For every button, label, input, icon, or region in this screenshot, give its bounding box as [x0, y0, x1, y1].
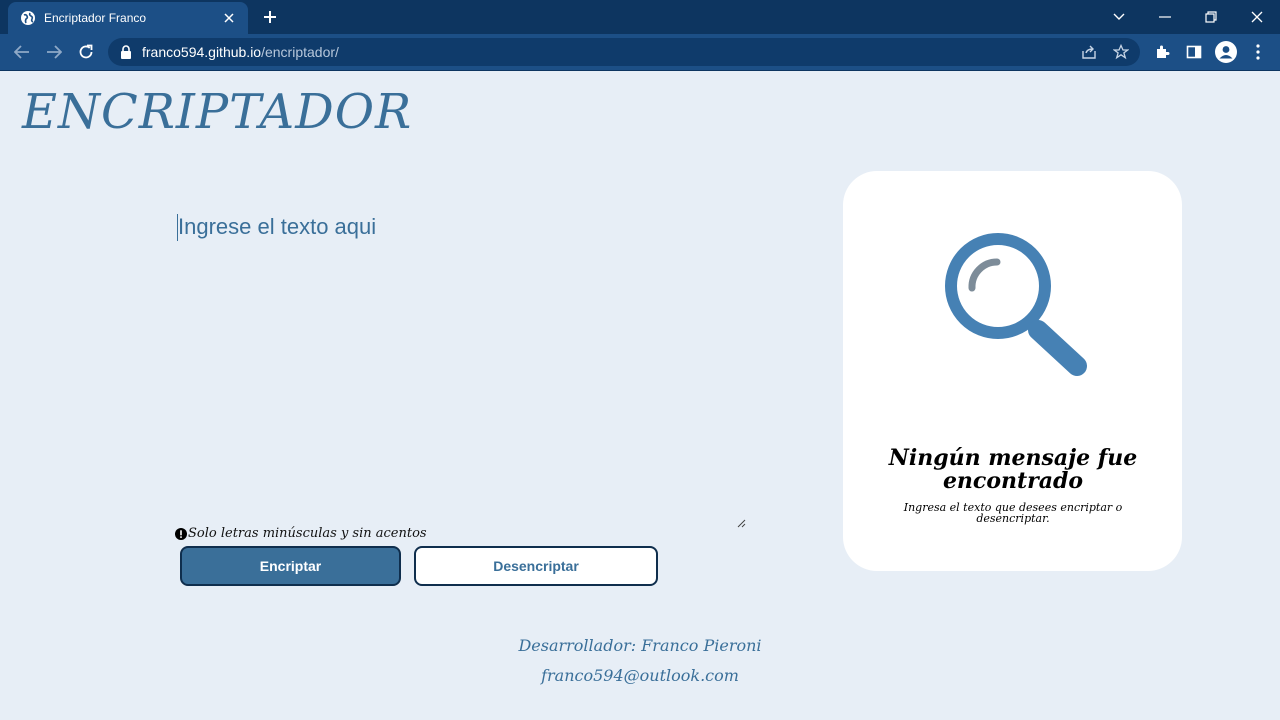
result-card: Ningún mensaje fue encontrado Ingresa el…	[843, 171, 1182, 571]
toolbar-divider	[0, 70, 1280, 71]
forward-icon[interactable]	[42, 40, 66, 64]
reload-icon[interactable]	[74, 40, 98, 64]
restore-button[interactable]	[1188, 0, 1234, 34]
extensions-icon[interactable]	[1150, 40, 1174, 64]
browser-tab[interactable]: Encriptador Franco	[8, 2, 248, 34]
text-caret	[177, 214, 178, 241]
profile-avatar-icon[interactable]	[1214, 40, 1238, 64]
address-bar[interactable]: franco594.github.io/encriptador/	[108, 38, 1140, 66]
footer-developer: Desarrollador: Franco Pieroni	[518, 636, 762, 655]
browser-tab-strip: Encriptador Franco	[0, 0, 1280, 34]
back-icon[interactable]	[10, 40, 34, 64]
decrypt-button[interactable]: Desencriptar	[414, 546, 658, 586]
message-input[interactable]	[176, 210, 748, 526]
close-window-button[interactable]	[1234, 0, 1280, 34]
new-tab-button[interactable]	[258, 6, 282, 28]
side-panel-icon[interactable]	[1182, 40, 1206, 64]
tab-search-icon[interactable]	[1096, 0, 1142, 34]
encrypt-button[interactable]: Encriptar	[180, 546, 401, 586]
lock-icon[interactable]	[120, 45, 134, 59]
url-host: franco594.github.io	[142, 44, 262, 60]
no-message-heading: Ningún mensaje fue encontrado	[888, 445, 1138, 494]
no-message-subtext: Ingresa el texto que desees encriptar o …	[903, 501, 1123, 525]
globe-icon	[20, 10, 36, 26]
browser-toolbar: franco594.github.io/encriptador/	[0, 34, 1280, 70]
text-input-area	[176, 210, 748, 528]
browser-menu-icon[interactable]	[1246, 40, 1270, 64]
bookmark-star-icon[interactable]	[1112, 43, 1130, 61]
hint-text: Solo letras minúsculas y sin acentos	[188, 526, 427, 541]
exclamation-icon	[175, 527, 187, 540]
resize-handle-icon[interactable]	[737, 515, 746, 528]
site-logo: ENCRIPTADOR	[22, 84, 413, 140]
tab-title: Encriptador Franco	[44, 11, 147, 25]
url-path: /encriptador/	[261, 44, 339, 60]
share-icon[interactable]	[1080, 43, 1098, 61]
address-url: franco594.github.io/encriptador/	[142, 44, 339, 60]
input-hint: Solo letras minúsculas y sin acentos	[175, 526, 427, 541]
footer-email[interactable]: franco594@outlook.com	[0, 666, 1280, 685]
magnifier-icon	[939, 227, 1089, 377]
tab-close-icon[interactable]	[220, 9, 238, 27]
minimize-button[interactable]	[1142, 0, 1188, 34]
